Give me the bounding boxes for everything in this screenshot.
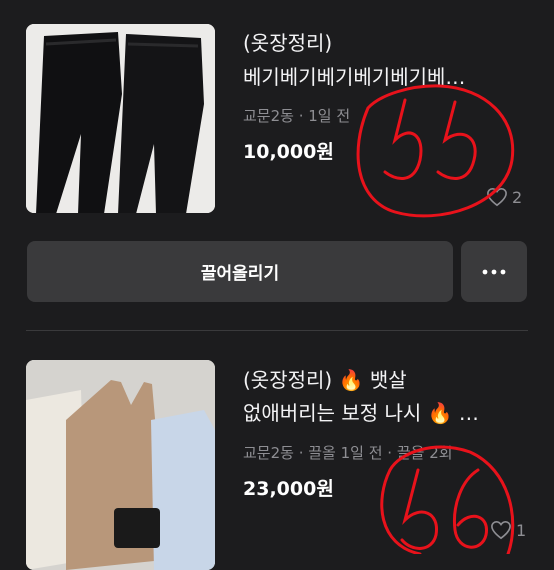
pants-photo — [26, 24, 215, 213]
heart-icon — [487, 187, 507, 207]
item-meta-1: 교문2동 · 1일 전 — [243, 107, 351, 125]
item-likes-2: 1 — [490, 520, 526, 540]
item-title-1-line1[interactable]: (옷장정리) — [243, 28, 332, 58]
more-options-button[interactable] — [461, 241, 527, 302]
item-meta-2: 교문2동 · 끌올 1일 전 · 끌올 2회 — [243, 444, 453, 462]
bump-button[interactable]: 끌어올리기 — [27, 241, 453, 302]
item-thumbnail-1[interactable] — [26, 24, 215, 213]
like-count-2: 1 — [516, 520, 527, 540]
tops-photo — [26, 360, 215, 570]
more-icon — [482, 269, 506, 274]
item-likes-1: 2 — [486, 187, 522, 207]
item-title-2-line2[interactable]: 없애버리는 보정 나시 🔥 … — [243, 398, 479, 428]
item-price-2: 23,000원 — [243, 478, 334, 500]
item-divider — [26, 330, 528, 331]
item-thumbnail-2[interactable] — [26, 360, 215, 570]
like-count-1: 2 — [512, 187, 523, 207]
item-title-1-line2[interactable]: 베기베기베기베기베기베… — [243, 62, 465, 92]
heart-icon — [491, 520, 511, 540]
item-title-2-line1[interactable]: (옷장정리) 🔥 뱃살 — [243, 365, 407, 395]
item-price-1: 10,000원 — [243, 141, 334, 163]
